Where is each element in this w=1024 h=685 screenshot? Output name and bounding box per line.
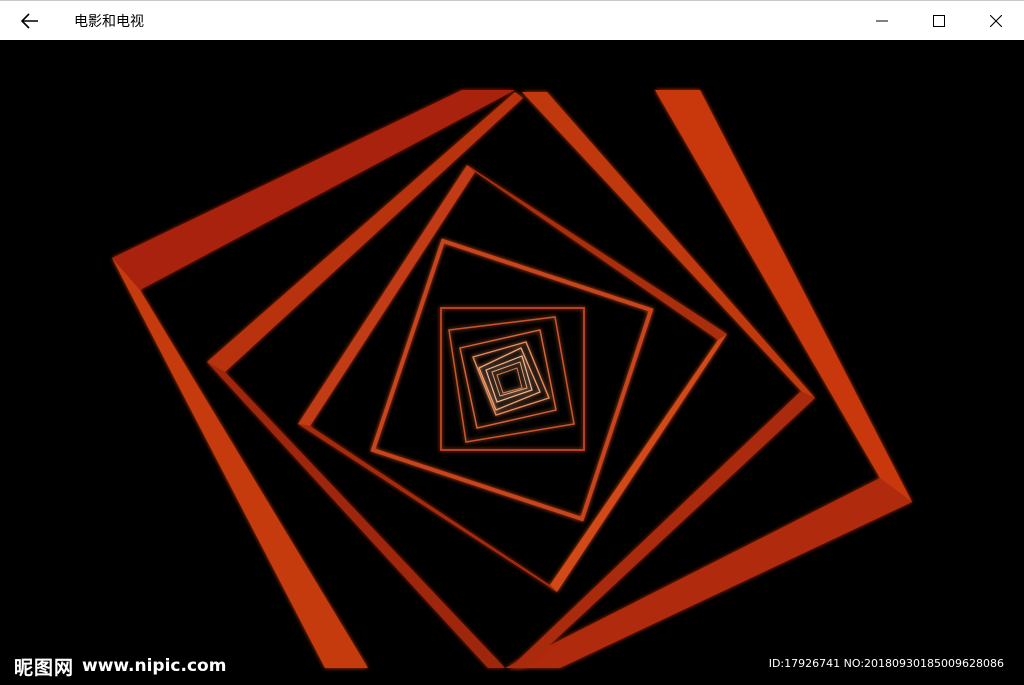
close-button[interactable] <box>967 1 1024 41</box>
watermark-id: ID:17926741 NO:20180930185009628086 <box>768 657 1004 670</box>
minimize-button[interactable] <box>853 1 910 41</box>
minimize-icon <box>875 20 888 21</box>
back-arrow-icon <box>21 12 38 29</box>
back-button[interactable] <box>0 1 60 41</box>
spiral-ring-inner <box>440 307 585 451</box>
watermark-logo: 昵图网 www.nipic.com <box>14 654 227 679</box>
maximize-button[interactable] <box>910 1 967 41</box>
close-icon <box>989 14 1002 27</box>
window-controls <box>853 1 1024 41</box>
title-bar: 电影和电视 <box>0 0 1024 40</box>
watermark-site-name: 昵图网 <box>14 656 75 679</box>
maximize-icon <box>932 14 945 27</box>
watermark-site-url: www.nipic.com <box>82 656 227 676</box>
spiral-tunnel-graphic <box>112 90 912 668</box>
spiral-ring-4 <box>370 238 654 522</box>
app-window: 电影和电视 昵图网 www.nipic.com ID:17926741 NO:2… <box>0 0 1024 685</box>
video-frame[interactable] <box>0 40 1024 685</box>
app-title: 电影和电视 <box>74 13 144 30</box>
